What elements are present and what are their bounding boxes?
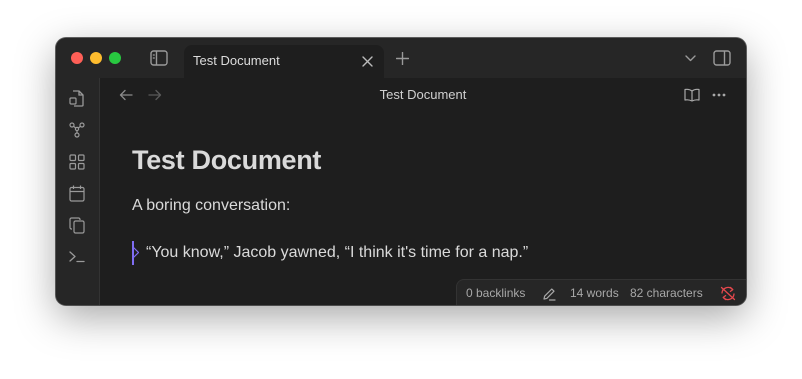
document-paragraph[interactable]: A boring conversation: — [132, 197, 290, 215]
sync-error-icon[interactable] — [720, 286, 736, 301]
new-tab-icon[interactable] — [396, 52, 409, 65]
close-window-button[interactable] — [71, 52, 83, 64]
left-ribbon — [56, 78, 100, 305]
zoom-window-button[interactable] — [109, 52, 121, 64]
sidebar-toggle-icon[interactable] — [150, 50, 168, 66]
blockquote-text[interactable]: “You know,” Jacob yawned, “I think it's … — [146, 244, 528, 262]
character-count: 82 characters — [630, 286, 703, 300]
tab-title: Test Document — [193, 53, 280, 68]
reading-view-book-icon[interactable] — [684, 88, 700, 102]
copy-templates-icon[interactable] — [69, 217, 85, 234]
more-options-icon[interactable] — [712, 93, 726, 97]
close-tab-icon[interactable] — [362, 56, 373, 67]
right-sidebar-toggle-icon[interactable] — [713, 50, 731, 66]
document-heading[interactable]: Test Document — [132, 145, 321, 176]
editing-mode-pencil-icon[interactable] — [542, 287, 556, 301]
canvas-grid-icon[interactable] — [69, 154, 85, 170]
blockquote-marker-icon — [133, 247, 139, 258]
calendar-daily-note-icon[interactable] — [69, 185, 85, 202]
status-bar: 0 backlinks 14 words 82 characters — [456, 279, 746, 305]
graph-view-icon[interactable] — [69, 122, 85, 138]
app-window: Test Document Test Document Test Documen… — [56, 38, 746, 305]
command-palette-terminal-icon[interactable] — [69, 251, 85, 263]
minimize-window-button[interactable] — [90, 52, 102, 64]
view-header-title[interactable]: Test Document — [100, 87, 746, 102]
backlinks-count[interactable]: 0 backlinks — [466, 286, 525, 300]
open-quick-switcher-icon[interactable] — [69, 90, 85, 107]
title-bar: Test Document — [56, 38, 746, 78]
word-count: 14 words — [570, 286, 619, 300]
view-header: Test Document — [100, 78, 746, 112]
tab-list-chevron-down-icon[interactable] — [685, 55, 696, 62]
tab-test-document[interactable]: Test Document — [184, 45, 384, 78]
